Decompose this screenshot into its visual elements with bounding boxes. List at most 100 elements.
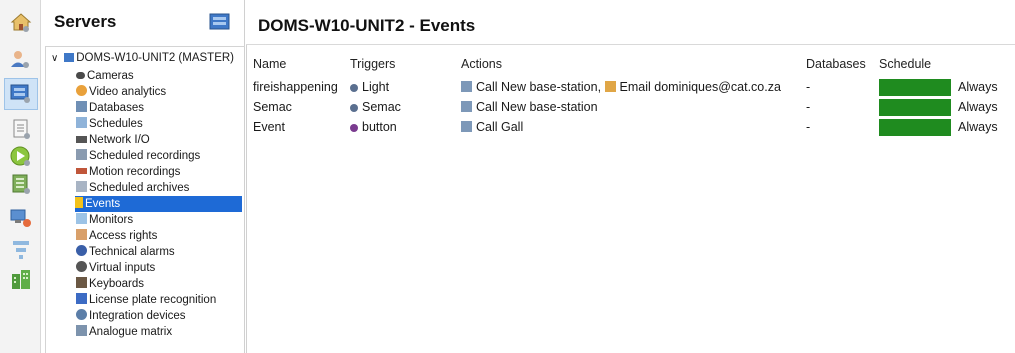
- chevron-down-icon[interactable]: ∨: [51, 53, 61, 64]
- building-icon[interactable]: [9, 268, 33, 292]
- tree-item-events[interactable]: Events: [75, 196, 242, 212]
- event-trigger: Semac: [350, 100, 401, 114]
- event-name: fireishappening: [253, 80, 338, 94]
- server-icon: [64, 53, 75, 62]
- tree-item-license-plate-recognition[interactable]: License plate recognition: [76, 292, 216, 308]
- home-icon[interactable]: [9, 10, 33, 34]
- table-row[interactable]: fireishappening Light Call New base-stat…: [247, 79, 1015, 97]
- tree-item-label: Databases: [89, 102, 144, 114]
- server-tree: ∨ DOMS-W10-UNIT2 (MASTER) Cameras Video …: [45, 46, 245, 353]
- monitor-icon: [76, 213, 87, 224]
- tree-item-databases[interactable]: Databases: [76, 100, 144, 116]
- event-databases: -: [806, 120, 811, 134]
- tree-item-label: Motion recordings: [89, 166, 181, 178]
- documents-icon[interactable]: [9, 117, 33, 141]
- column-header-schedule[interactable]: Schedule: [879, 57, 931, 71]
- integration-device-icon: [76, 309, 87, 320]
- event-trigger: button: [350, 120, 397, 134]
- tree-item-label: Scheduled archives: [89, 182, 190, 194]
- server-panel-icon[interactable]: [209, 12, 231, 35]
- tree-item-label: Integration devices: [89, 310, 186, 322]
- tree-item-label: Cameras: [87, 70, 134, 82]
- events-table: Name Triggers Actions Databases Schedule…: [246, 45, 1015, 353]
- event-schedule: Always: [958, 100, 998, 114]
- scheduled-recordings-icon: [76, 149, 87, 160]
- phone-icon: [461, 121, 472, 132]
- event-databases: -: [806, 80, 811, 94]
- page-title: DOMS-W10-UNIT2 - Events: [258, 16, 476, 35]
- servers-header: Servers: [41, 0, 245, 44]
- lightning-icon: [75, 197, 83, 208]
- column-header-databases[interactable]: Databases: [806, 57, 866, 71]
- table-row[interactable]: Semac Semac Call New base-station - Alwa…: [247, 99, 1015, 117]
- action-label: Call Gall: [476, 120, 524, 134]
- archive-icon[interactable]: [9, 172, 33, 196]
- tree-item-access-rights[interactable]: Access rights: [76, 228, 157, 244]
- tree-root-label: DOMS-W10-UNIT2 (MASTER): [76, 52, 235, 64]
- tree-item-network-io[interactable]: Network I/O: [76, 132, 150, 148]
- action-label: Call New base-station,: [476, 80, 602, 94]
- network-icon[interactable]: [9, 206, 33, 230]
- tree-item-label: Video analytics: [89, 86, 167, 98]
- semac-trigger-icon: [350, 104, 358, 112]
- events-view: DOMS-W10-UNIT2 - Events Name Triggers Ac…: [246, 0, 1015, 353]
- users-icon[interactable]: [9, 47, 33, 71]
- action-label: Call New base-station: [476, 100, 598, 114]
- event-databases: -: [806, 100, 811, 114]
- scheduled-archives-icon: [76, 181, 87, 192]
- tree-item-video-analytics[interactable]: Video analytics: [76, 84, 166, 100]
- event-schedule: Always: [958, 80, 998, 94]
- tree-root-server[interactable]: ∨ DOMS-W10-UNIT2 (MASTER): [51, 52, 234, 64]
- tree-item-label: Monitors: [89, 214, 134, 226]
- analogue-matrix-icon: [76, 325, 87, 336]
- event-trigger: Light: [350, 80, 389, 94]
- tree-item-label: Scheduled recordings: [89, 150, 201, 162]
- network-io-icon: [76, 136, 87, 143]
- tree-item-label: Keyboards: [89, 278, 144, 290]
- column-header-name[interactable]: Name: [253, 57, 286, 71]
- tree-item-cameras[interactable]: Cameras: [76, 68, 134, 84]
- tree-item-integration-devices[interactable]: Integration devices: [76, 308, 186, 324]
- phone-icon: [461, 101, 472, 112]
- tree-item-label: Events: [85, 198, 121, 210]
- nav-rail: [0, 0, 41, 353]
- tree-item-virtual-inputs[interactable]: Virtual inputs: [76, 260, 155, 276]
- play-icon[interactable]: [9, 144, 33, 168]
- tree-item-monitors[interactable]: Monitors: [76, 212, 133, 228]
- tree-item-label: License plate recognition: [89, 294, 217, 306]
- tree-item-analogue-matrix[interactable]: Analogue matrix: [76, 324, 172, 340]
- light-trigger-icon: [350, 84, 358, 92]
- table-row[interactable]: Event button Call Gall - Always: [247, 119, 1015, 137]
- servers-title: Servers: [54, 12, 117, 31]
- button-trigger-icon: [350, 124, 358, 132]
- tree-item-keyboards[interactable]: Keyboards: [76, 276, 144, 292]
- database-icon: [76, 101, 87, 112]
- tree-item-motion-recordings[interactable]: Motion recordings: [76, 164, 180, 180]
- camera-icon: [76, 72, 85, 79]
- event-actions: Call New base-station, Email dominiques@…: [461, 80, 781, 94]
- phone-icon: [461, 81, 472, 92]
- hierarchy-icon[interactable]: [9, 238, 33, 262]
- trigger-label: button: [362, 120, 397, 134]
- event-name: Event: [253, 120, 285, 134]
- tree-item-label: Schedules: [89, 118, 143, 130]
- tree-item-technical-alarms[interactable]: Technical alarms: [76, 244, 175, 260]
- tree-item-scheduled-recordings[interactable]: Scheduled recordings: [76, 148, 200, 164]
- keyboard-icon: [76, 277, 87, 288]
- access-rights-icon: [76, 229, 87, 240]
- action-label: Email dominiques@cat.co.za: [619, 80, 781, 94]
- license-plate-icon: [76, 293, 87, 304]
- trigger-label: Light: [362, 80, 390, 94]
- servers-icon[interactable]: [4, 78, 38, 110]
- tree-item-label: Network I/O: [89, 134, 150, 146]
- tree-item-label: Virtual inputs: [89, 262, 156, 274]
- virtual-input-icon: [76, 261, 87, 272]
- tree-item-schedules[interactable]: Schedules: [76, 116, 143, 132]
- schedule-bar: [879, 119, 951, 136]
- trigger-label: Semac: [362, 100, 401, 114]
- tree-item-scheduled-archives[interactable]: Scheduled archives: [76, 180, 189, 196]
- column-header-actions[interactable]: Actions: [461, 57, 502, 71]
- schedule-bar: [879, 99, 951, 116]
- event-schedule: Always: [958, 120, 998, 134]
- column-header-triggers[interactable]: Triggers: [350, 57, 395, 71]
